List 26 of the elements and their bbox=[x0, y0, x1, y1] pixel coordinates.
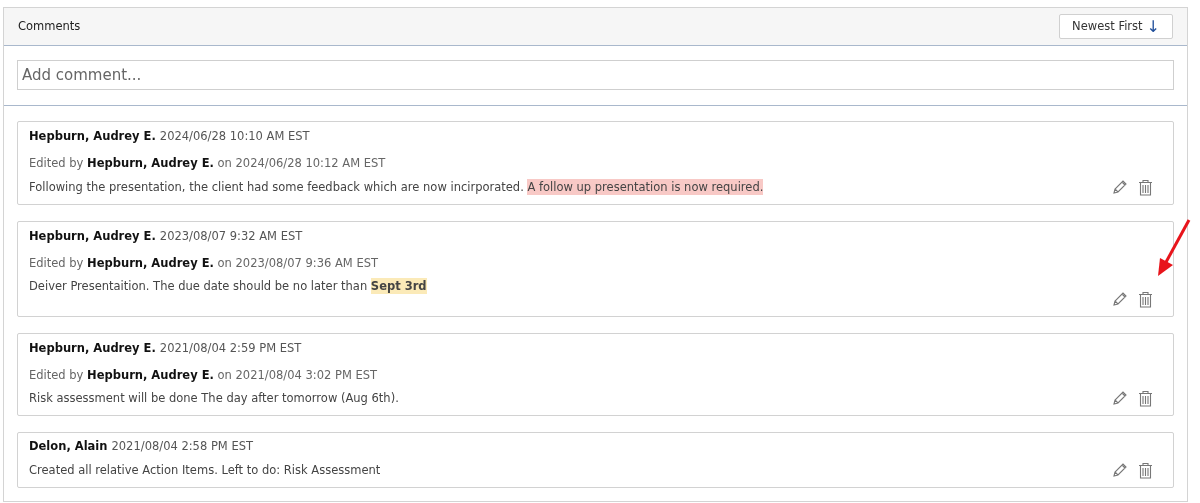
comment-author: Delon, Alain bbox=[29, 439, 108, 454]
edit-note: Edited by Hepburn, Audrey E. on 2024/06/28 10:12 AM EST bbox=[29, 156, 386, 171]
comment-timestamp: 2023/08/07 9:32 AM EST bbox=[159, 228, 303, 243]
comment-timestamp: 2021/08/04 2:59 PM EST bbox=[159, 340, 302, 355]
comment-text: Following the presentation, the client had some feedback which are now incirporated. A follow up presentation is now required. bbox=[29, 178, 764, 195]
pencil-icon[interactable] bbox=[1111, 178, 1128, 196]
trash-icon[interactable] bbox=[1138, 178, 1153, 196]
comment-input[interactable]: Add comment... bbox=[17, 60, 1174, 90]
comment-author: Hepburn, Audrey E. bbox=[29, 228, 156, 243]
comment-text: Created all relative Action Items. Left to do: Risk Assessment bbox=[29, 462, 381, 477]
trash-icon[interactable] bbox=[1138, 390, 1153, 408]
trash-icon[interactable] bbox=[1138, 461, 1153, 479]
trash-icon[interactable] bbox=[1138, 290, 1153, 308]
pencil-icon[interactable] bbox=[1111, 290, 1128, 308]
panel-title: Comments bbox=[18, 17, 81, 35]
comment-timestamp: 2021/08/04 2:58 PM EST bbox=[111, 439, 253, 454]
edit-note: Edited by Hepburn, Audrey E. on 2021/08/04 3:02 PM EST bbox=[29, 367, 378, 382]
comment-author: Hepburn, Audrey E. bbox=[29, 340, 156, 355]
comment-timestamp: 2024/06/28 10:10 AM EST bbox=[159, 129, 310, 143]
edit-note: Edited by Hepburn, Audrey E. on 2023/08/07 9:36 AM EST bbox=[29, 256, 378, 270]
comment-author: Hepburn, Audrey E. bbox=[29, 129, 156, 143]
pencil-icon[interactable] bbox=[1111, 461, 1128, 479]
comment-text: Risk assessment will be done The day after tomorrow (Aug 6th). bbox=[29, 391, 399, 405]
sort-button[interactable]: Newest First ↓ bbox=[1059, 13, 1173, 40]
pencil-icon[interactable] bbox=[1111, 390, 1128, 408]
comment-text: Deiver Presentaition. The due date should be no later than Sept 3rd bbox=[29, 278, 427, 295]
